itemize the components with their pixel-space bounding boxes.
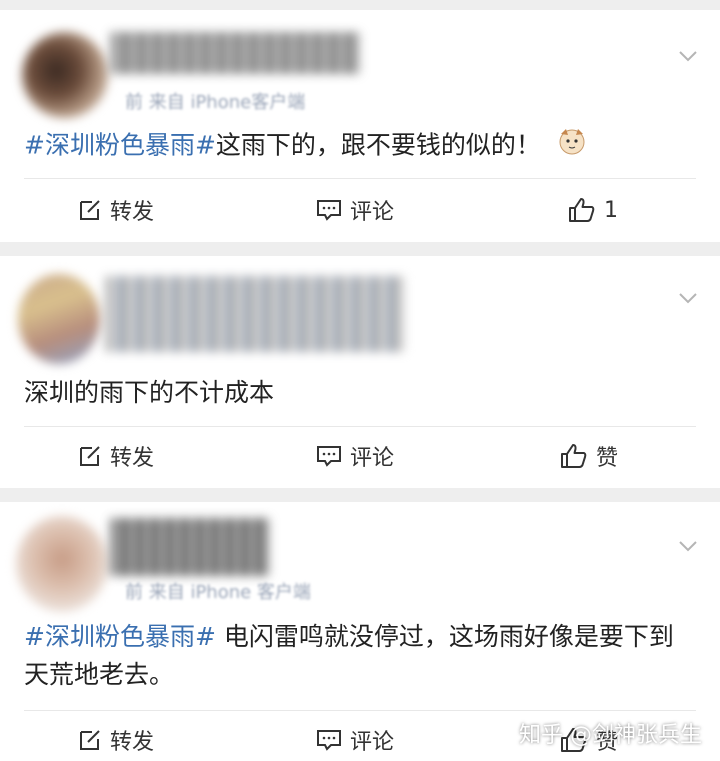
- watermark: 知乎 @剑神张兵生: [519, 723, 702, 748]
- avatar[interactable]: [22, 32, 108, 118]
- repost-label: 转发: [110, 446, 155, 471]
- cat-emoji-icon: [557, 126, 587, 167]
- comment-icon: [317, 730, 341, 751]
- repost-icon: [80, 730, 100, 750]
- divider: [24, 710, 696, 711]
- comment-button[interactable]: 评论: [316, 436, 394, 476]
- avatar[interactable]: [16, 516, 108, 612]
- like-label: 赞: [596, 446, 619, 471]
- post-content: #深圳粉色暴雨#这雨下的，跟不要钱的似的！: [24, 126, 696, 167]
- post-content: 深圳的雨下的不计成本: [24, 374, 696, 412]
- post-card-1: 前 来自 iPhone客户端 #深圳粉色暴雨#这雨下的，跟不要钱的似的！ 转发 …: [0, 10, 720, 242]
- repost-label: 转发: [110, 730, 155, 755]
- avatar[interactable]: [18, 274, 100, 364]
- username-blurred[interactable]: [110, 32, 360, 74]
- repost-button[interactable]: 转发: [78, 720, 154, 760]
- repost-button[interactable]: 转发: [78, 190, 154, 230]
- comment-icon: [317, 200, 341, 221]
- comment-label: 评论: [350, 200, 395, 225]
- comment-button[interactable]: 评论: [316, 190, 394, 230]
- post-meta: 前 来自 iPhone客户端: [125, 92, 306, 113]
- hashtag-link[interactable]: #深圳粉色暴雨#: [24, 622, 216, 651]
- post-meta: 前 来自 iPhone 客户端: [125, 582, 311, 603]
- post-text: 深圳的雨下的不计成本: [24, 378, 275, 407]
- hashtag-link[interactable]: #深圳粉色暴雨#: [24, 131, 216, 160]
- like-icon: [561, 444, 587, 468]
- like-count: 1: [604, 197, 618, 223]
- like-button[interactable]: 1: [568, 190, 618, 230]
- chevron-down-icon[interactable]: [678, 536, 698, 556]
- chevron-down-icon[interactable]: [678, 46, 698, 66]
- repost-label: 转发: [110, 200, 155, 225]
- comment-icon: [317, 446, 341, 467]
- repost-icon: [80, 446, 100, 466]
- action-bar: 转发 评论 赞: [0, 436, 720, 476]
- repost-icon: [80, 200, 100, 220]
- post-card-3: 前 来自 iPhone 客户端 #深圳粉色暴雨# 电闪雷鸣就没停过，这场雨好像是…: [0, 502, 720, 761]
- comment-label: 评论: [350, 446, 395, 471]
- like-icon: [569, 198, 595, 222]
- chevron-down-icon[interactable]: [678, 288, 698, 308]
- like-button[interactable]: 赞: [560, 436, 618, 476]
- username-blurred[interactable]: [105, 276, 405, 352]
- divider: [24, 178, 696, 179]
- comment-button[interactable]: 评论: [316, 720, 394, 760]
- divider: [24, 426, 696, 427]
- comment-label: 评论: [350, 730, 395, 755]
- username-blurred[interactable]: [110, 518, 270, 576]
- post-card-2: 深圳的雨下的不计成本 转发 评论 赞: [0, 256, 720, 488]
- action-bar: 转发 评论 1: [0, 190, 720, 230]
- post-text: 这雨下的，跟不要钱的似的！: [215, 130, 541, 160]
- post-content: #深圳粉色暴雨# 电闪雷鸣就没停过，这场雨好像是要下到天荒地老去。: [24, 618, 696, 694]
- repost-button[interactable]: 转发: [78, 436, 154, 476]
